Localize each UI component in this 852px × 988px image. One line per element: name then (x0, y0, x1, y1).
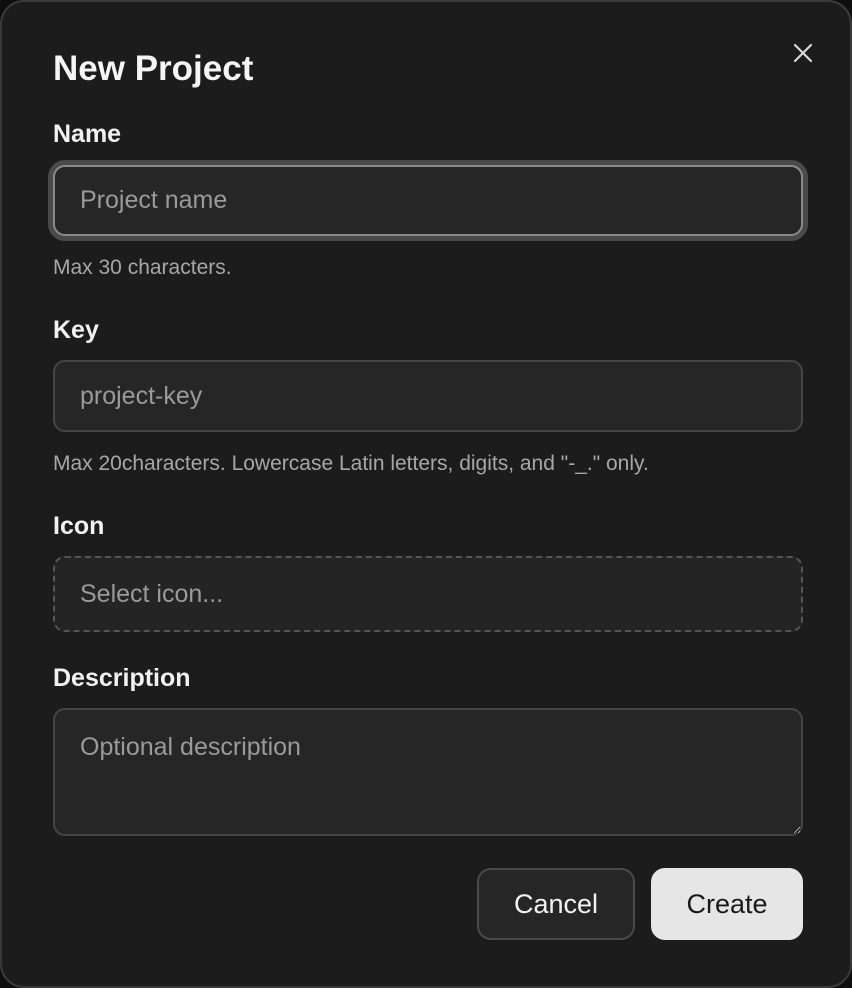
key-label: Key (53, 316, 99, 344)
icon-select[interactable]: Select icon... (53, 556, 803, 632)
project-key-input[interactable] (53, 360, 803, 432)
icon-select-placeholder: Select icon... (80, 579, 224, 608)
close-icon (793, 43, 813, 63)
name-hint: Max 30 characters. (53, 256, 232, 279)
icon-label: Icon (53, 512, 105, 540)
project-name-input[interactable] (53, 165, 803, 236)
new-project-dialog: New Project Name Max 30 characters. Key … (0, 0, 852, 988)
close-button[interactable] (784, 34, 822, 72)
dialog-title: New Project (53, 49, 254, 88)
name-label: Name (53, 120, 122, 148)
key-hint: Max 20characters. Lowercase Latin letter… (53, 452, 649, 475)
description-textarea[interactable] (53, 708, 803, 836)
description-label: Description (53, 664, 191, 692)
cancel-button[interactable]: Cancel (477, 868, 635, 940)
create-button[interactable]: Create (651, 868, 803, 940)
